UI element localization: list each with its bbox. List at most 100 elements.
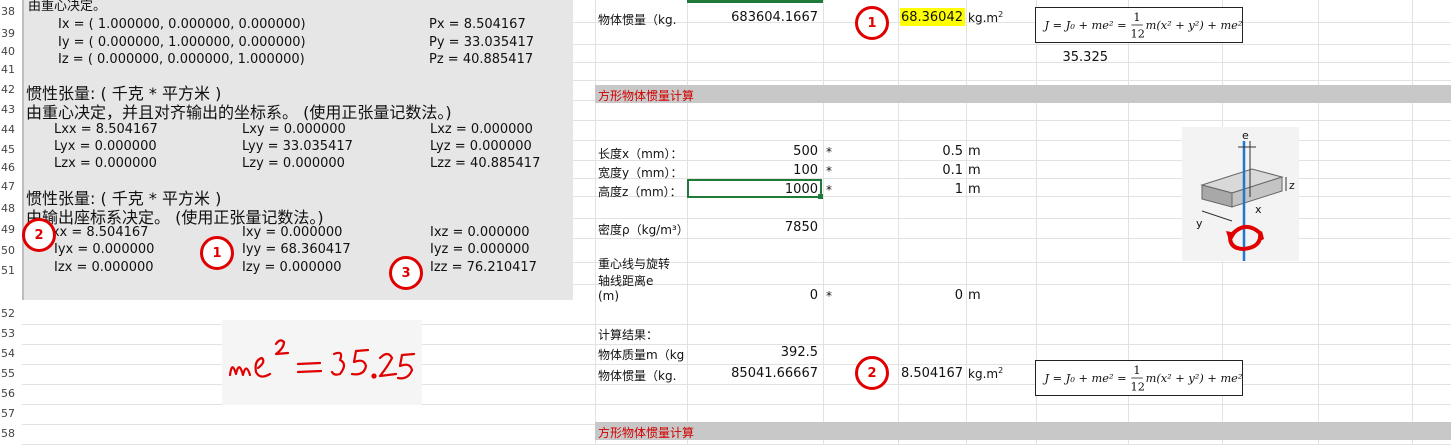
annotation-marker-2: 2 bbox=[22, 218, 56, 252]
multiply-star: * bbox=[826, 183, 832, 197]
inertia-result-top[interactable]: 68.36042 bbox=[900, 10, 963, 25]
offset-label-line1[interactable]: 重心线与旋转 bbox=[598, 255, 670, 272]
tensor-value: Lzx = 0.000000 bbox=[54, 156, 157, 171]
report-line: Px = 8.504167 bbox=[429, 17, 526, 32]
row-number[interactable]: 42 bbox=[0, 83, 22, 96]
svg-text:m(x² + y²) + me²: m(x² + y²) + me² bbox=[1146, 18, 1242, 32]
section-title[interactable]: 方形物体惯量计算 bbox=[598, 424, 694, 441]
multiply-star: * bbox=[826, 164, 832, 178]
tensor-value: Lyz = 0.000000 bbox=[430, 139, 532, 154]
tensor-value: Lxy = 0.000000 bbox=[242, 122, 346, 137]
annotation-marker-3: 3 bbox=[389, 256, 423, 290]
report-line: 由重心决定。 bbox=[28, 0, 107, 14]
row-number[interactable]: 44 bbox=[0, 123, 22, 136]
row-number[interactable]: 40 bbox=[0, 45, 22, 58]
svg-text:12: 12 bbox=[1131, 379, 1145, 393]
width-y-label[interactable]: 宽度y（mm）： bbox=[598, 164, 682, 181]
tensor-value: Izz = 76.210417 bbox=[430, 260, 537, 275]
result-label[interactable]: 计算结果： bbox=[598, 326, 658, 343]
tensor-value: Ixy = 0.000000 bbox=[242, 225, 343, 240]
tensor-value: Lyy = 33.035417 bbox=[242, 139, 353, 154]
me2-value-cell[interactable]: 35.325 bbox=[1040, 50, 1109, 65]
formula-image-bottom: J = J₀ + me² = 1 12 m(x² + y²) + me² bbox=[1035, 360, 1243, 396]
density-value[interactable]: 7850 bbox=[690, 220, 818, 235]
length-x-label[interactable]: 长度x（mm）： bbox=[598, 145, 682, 162]
active-column-indicator bbox=[687, 0, 823, 3]
height-z-m[interactable]: 1 bbox=[900, 182, 963, 197]
tensor-value: Iyy = 68.360417 bbox=[242, 242, 351, 257]
length-x-value[interactable]: 500 bbox=[690, 144, 818, 159]
column-gridline bbox=[687, 0, 688, 445]
svg-text:12: 12 bbox=[1131, 26, 1145, 40]
length-x-m[interactable]: 0.5 bbox=[900, 144, 963, 159]
column-gridline bbox=[966, 0, 967, 445]
row-number[interactable]: 53 bbox=[0, 327, 22, 340]
tensor-value: Iyx = 0.000000 bbox=[54, 242, 155, 257]
offset-m[interactable]: 0 bbox=[900, 288, 963, 303]
report-line: Pz = 40.885417 bbox=[429, 52, 534, 67]
tensor-value: Ixx = 8.504167 bbox=[48, 225, 149, 240]
inertia-value-top[interactable]: 683604.1667 bbox=[690, 10, 818, 25]
handwritten-note bbox=[222, 320, 422, 405]
unit-kgm2-top: kg.m2 bbox=[968, 10, 1004, 25]
offset-label-line3[interactable]: (m) bbox=[598, 289, 619, 303]
unit-m: m bbox=[968, 163, 981, 178]
unit-m: m bbox=[968, 288, 981, 303]
row-number[interactable]: 51 bbox=[0, 264, 22, 277]
height-z-label[interactable]: 高度z（mm）： bbox=[598, 183, 682, 200]
svg-text:1: 1 bbox=[1133, 10, 1140, 24]
fill-handle[interactable] bbox=[818, 194, 823, 199]
width-y-value[interactable]: 100 bbox=[690, 163, 818, 178]
row-number[interactable]: 41 bbox=[0, 63, 22, 76]
tensor-value: Lzy = 0.000000 bbox=[242, 156, 345, 171]
inertia-label-top[interactable]: 物体惯量（kg. bbox=[598, 11, 676, 28]
row-number[interactable]: 48 bbox=[0, 202, 22, 215]
row-number[interactable]: 54 bbox=[0, 347, 22, 360]
diagram-label-z: z bbox=[1289, 179, 1295, 192]
width-y-m[interactable]: 0.1 bbox=[900, 163, 963, 178]
row-number[interactable]: 58 bbox=[0, 427, 22, 440]
column-gridline bbox=[1318, 0, 1319, 445]
tensor-value: Izy = 0.000000 bbox=[242, 260, 342, 275]
density-label[interactable]: 密度ρ（kg/m³） bbox=[598, 221, 686, 238]
formula-icon: J = J₀ + me² = 1 12 m(x² + y²) + me² bbox=[1043, 10, 1243, 40]
height-z-value[interactable]: 1000 bbox=[690, 182, 818, 197]
box-rotation-diagram: e z y x bbox=[1182, 127, 1299, 261]
row-number[interactable]: 55 bbox=[0, 367, 22, 380]
offset-value[interactable]: 0 bbox=[690, 288, 818, 303]
row-number[interactable]: 56 bbox=[0, 387, 22, 400]
inertia-result[interactable]: 8.504167 bbox=[895, 366, 963, 381]
row-number[interactable]: 39 bbox=[0, 27, 22, 40]
svg-text:1: 1 bbox=[1133, 363, 1140, 377]
row-number[interactable]: 38 bbox=[0, 5, 22, 18]
column-gridline bbox=[823, 0, 824, 445]
tensor-value: Ixz = 0.000000 bbox=[430, 225, 530, 240]
inertia-value[interactable]: 85041.66667 bbox=[690, 366, 818, 381]
tensor-value: Lxz = 0.000000 bbox=[430, 122, 533, 137]
section-band bbox=[595, 422, 1451, 440]
svg-text:m(x² + y²) + me²: m(x² + y²) + me² bbox=[1146, 371, 1242, 385]
row-number[interactable]: 57 bbox=[0, 407, 22, 420]
row-number[interactable]: 46 bbox=[0, 161, 22, 174]
row-number[interactable]: 45 bbox=[0, 143, 22, 156]
row-number[interactable]: 50 bbox=[0, 244, 22, 257]
report-line: Iy = ( 0.000000, 1.000000, 0.000000) bbox=[58, 35, 306, 50]
row-number[interactable]: 52 bbox=[0, 307, 22, 320]
mass-value[interactable]: 392.5 bbox=[690, 345, 818, 360]
tensor-value: Iyz = 0.000000 bbox=[430, 242, 530, 257]
row-header-column[interactable]: 38 39 40 41 42 43 44 45 46 47 48 49 50 51 52 53 54 55 56 57… bbox=[0, 0, 22, 445]
mass-label[interactable]: 物体质量m（kg bbox=[598, 346, 686, 363]
offset-label-line2[interactable]: 轴线距离e bbox=[598, 272, 653, 289]
row-number[interactable]: 49 bbox=[0, 223, 22, 236]
handwriting-me2-icon bbox=[228, 339, 416, 380]
section-title[interactable]: 方形物体惯量计算 bbox=[598, 87, 694, 104]
row-number[interactable]: 43 bbox=[0, 103, 22, 116]
unit-m: m bbox=[968, 182, 981, 197]
diagram-label-y: y bbox=[1196, 217, 1203, 230]
unit-kgm2: kg.m2 bbox=[968, 366, 1004, 381]
inertia-label[interactable]: 物体惯量（kg. bbox=[598, 367, 676, 384]
rotating-box-icon: e z y x bbox=[1196, 129, 1295, 261]
row-number[interactable]: 47 bbox=[0, 180, 22, 193]
unit-m: m bbox=[968, 144, 981, 159]
tensor-value: Izx = 0.000000 bbox=[54, 260, 154, 275]
